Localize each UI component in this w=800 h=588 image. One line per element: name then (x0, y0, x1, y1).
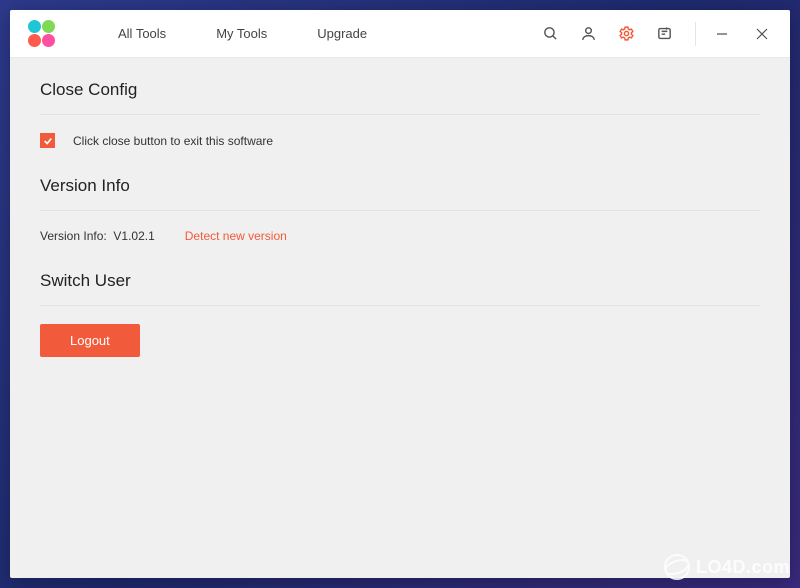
close-config-row: Click close button to exit this software (40, 133, 760, 148)
version-info-title: Version Info (40, 176, 760, 196)
search-icon[interactable] (533, 17, 567, 51)
exit-on-close-checkbox[interactable] (40, 133, 55, 148)
titlebar: All Tools My Tools Upgrade (10, 10, 790, 58)
app-logo-icon (28, 20, 56, 48)
version-label: Version Info: V1.02.1 (40, 229, 155, 243)
app-window: All Tools My Tools Upgrade (10, 10, 790, 578)
detect-new-version-link[interactable]: Detect new version (185, 229, 287, 243)
tab-upgrade[interactable]: Upgrade (295, 10, 389, 58)
settings-content: Close Config Click close button to exit … (10, 58, 790, 578)
minimize-button[interactable] (702, 10, 742, 58)
tab-all-tools[interactable]: All Tools (96, 10, 188, 58)
nav-tabs: All Tools My Tools Upgrade (96, 10, 389, 58)
close-window-button[interactable] (742, 10, 782, 58)
exit-on-close-label: Click close button to exit this software (73, 134, 273, 148)
toolbar-divider (695, 22, 696, 46)
window-controls (702, 10, 782, 58)
version-info-row: Version Info: V1.02.1 Detect new version (40, 229, 760, 243)
divider (40, 305, 760, 306)
feedback-icon[interactable] (647, 17, 681, 51)
watermark: LO4D.com (664, 554, 790, 580)
tab-my-tools[interactable]: My Tools (194, 10, 289, 58)
divider (40, 114, 760, 115)
logout-button[interactable]: Logout (40, 324, 140, 357)
settings-icon[interactable] (609, 17, 643, 51)
divider (40, 210, 760, 211)
version-value: V1.02.1 (113, 229, 154, 243)
user-icon[interactable] (571, 17, 605, 51)
close-config-title: Close Config (40, 80, 760, 100)
switch-user-title: Switch User (40, 271, 760, 291)
watermark-text: LO4D.com (696, 557, 790, 578)
toolbar-icons (533, 17, 681, 51)
globe-icon (664, 554, 690, 580)
